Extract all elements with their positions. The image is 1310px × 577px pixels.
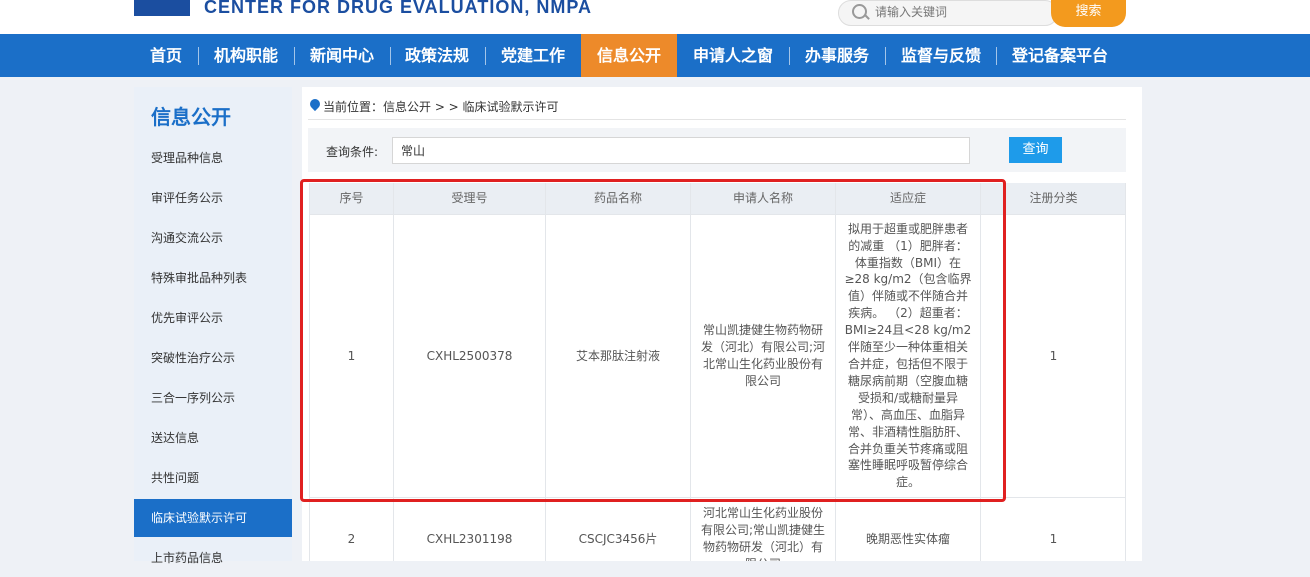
table-row-2-no: 2 (347, 531, 356, 546)
sidebar-item-communication[interactable]: 沟通交流公示 (134, 219, 292, 257)
nav-item-news[interactable]: 新闻中心 (310, 34, 374, 77)
search-input[interactable] (875, 3, 1035, 21)
nav-item-party[interactable]: 党建工作 (501, 34, 565, 77)
nav-separator (390, 47, 391, 65)
nav-separator (789, 47, 790, 65)
nav-item-info-disclosure[interactable]: 信息公开 (581, 34, 677, 77)
nav-item-applicant[interactable]: 申请人之窗 (693, 34, 773, 77)
search-icon (852, 4, 867, 19)
table-row-2-indication: 晚期恶性实体瘤 (865, 531, 950, 546)
nav-separator (294, 47, 295, 65)
nav-separator (885, 47, 886, 65)
table-row-2-acceptance-no: CXHL2301198 (426, 531, 513, 546)
sidebar-title: 信息公开 (151, 105, 231, 129)
nav-separator (198, 47, 199, 65)
query-input[interactable] (392, 137, 970, 164)
site-header: CENTER FOR DRUG EVALUATION, NMPA 搜索 (0, 0, 1310, 34)
breadcrumb-divider (308, 119, 1126, 120)
nav-item-registration[interactable]: 登记备案平台 (1012, 34, 1108, 77)
sidebar-item-three-in-one[interactable]: 三合一序列公示 (134, 379, 292, 417)
sidebar-item-breakthrough[interactable]: 突破性治疗公示 (134, 339, 292, 377)
site-logo[interactable] (134, 0, 190, 16)
search-button[interactable]: 搜索 (1051, 0, 1126, 27)
sidebar: 信息公开 受理品种信息 审评任务公示 沟通交流公示 特殊审批品种列表 优先审评公… (134, 87, 292, 565)
query-label: 查询条件: (326, 145, 379, 159)
query-button[interactable]: 查询 (1009, 137, 1062, 163)
highlight-box (300, 179, 1006, 502)
sidebar-item-common-issues[interactable]: 共性问题 (134, 459, 292, 497)
nav-separator (485, 47, 486, 65)
sidebar-item-review-tasks[interactable]: 审评任务公示 (134, 179, 292, 217)
nav-separator (996, 47, 997, 65)
sidebar-item-delivery[interactable]: 送达信息 (134, 419, 292, 457)
nav-item-policy[interactable]: 政策法规 (405, 34, 469, 77)
table-row-2-drug-name: CSCJC3456片 (578, 531, 658, 546)
nav-item-services[interactable]: 办事服务 (805, 34, 869, 77)
site-name-en: CENTER FOR DRUG EVALUATION, NMPA (204, 0, 592, 17)
sidebar-item-priority-review[interactable]: 优先审评公示 (134, 299, 292, 337)
breadcrumb: 当前位置：信息公开 > > 临床试验默示许可 (323, 100, 559, 114)
nav-item-supervision[interactable]: 监督与反馈 (901, 34, 981, 77)
main-nav: 首页 机构职能 新闻中心 政策法规 党建工作 信息公开 申请人之窗 办事服务 监… (0, 34, 1310, 77)
sidebar-item-acceptance[interactable]: 受理品种信息 (134, 139, 292, 177)
sidebar-item-special-approval[interactable]: 特殊审批品种列表 (134, 259, 292, 297)
table-row-2: 2 CXHL2301198 CSCJC3456片 河北常山生化药业股份有限公司;… (0, 497, 1310, 561)
table-row-2-category: 1 (1049, 531, 1058, 546)
nav-item-functions[interactable]: 机构职能 (214, 34, 278, 77)
nav-item-home[interactable]: 首页 (150, 34, 182, 77)
table-row-2-applicant: 河北常山生化药业股份有限公司;常山凯捷健生物药物研发（河北）有限公司 (700, 506, 826, 561)
